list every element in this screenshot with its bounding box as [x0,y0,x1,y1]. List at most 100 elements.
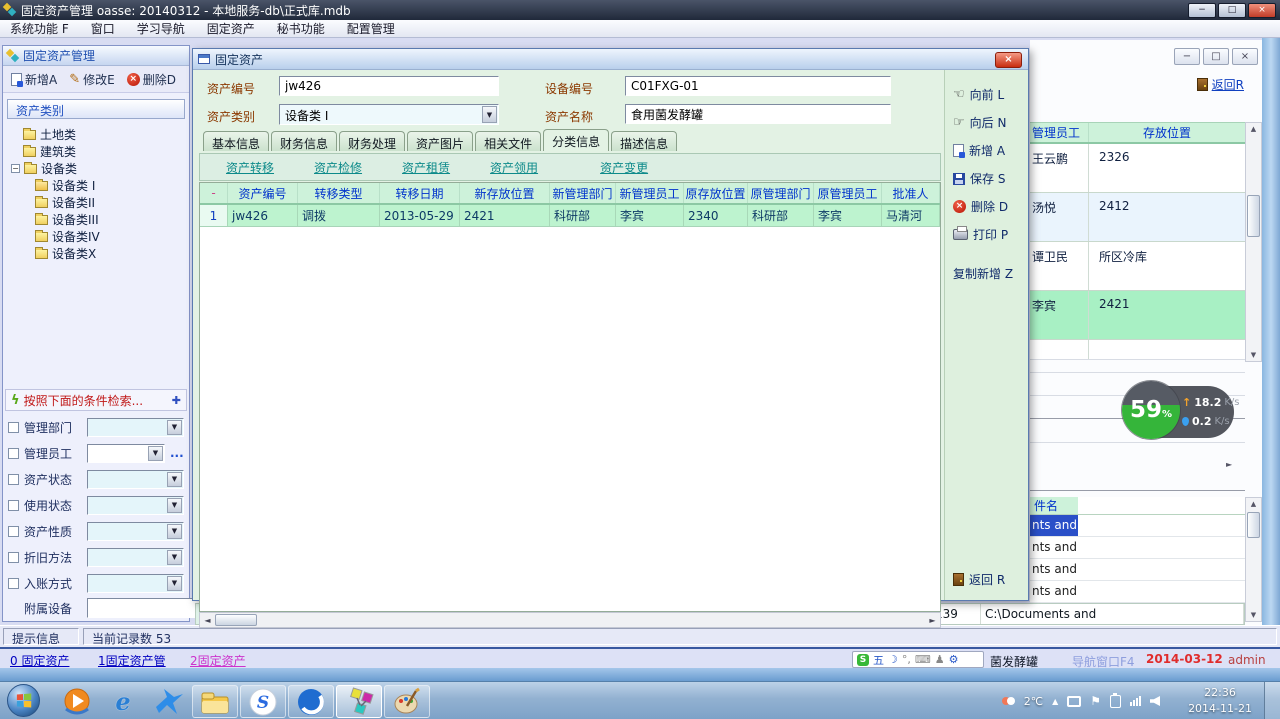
chevron-down-icon[interactable]: ▼ [167,498,182,513]
tree-item-equipment-x[interactable]: 设备类X [35,245,187,262]
dialog-close-button[interactable]: × [995,52,1022,68]
checkbox[interactable] [8,526,19,537]
more-button[interactable]: ... [170,446,184,460]
checkbox[interactable] [8,422,19,433]
add-button[interactable]: 新增 A [953,142,1028,159]
print-button[interactable]: 打印 P [953,226,1028,243]
tab-finance-info[interactable]: 财务信息 [271,131,337,151]
restore-button[interactable]: □ [1218,3,1246,18]
tab-description-info[interactable]: 描述信息 [611,131,677,151]
checkbox[interactable] [8,578,19,589]
tree-item-equipment-2[interactable]: 设备类II [35,194,187,211]
table-row-selected[interactable]: 李宾2421 [1030,291,1245,340]
tray-expand-icon[interactable]: ▲ [1052,697,1058,706]
vertical-scrollbar[interactable]: ▲ ▼ [1245,497,1262,622]
bg-close-button[interactable]: × [1232,48,1258,65]
vertical-scrollbar[interactable]: ▲ ▼ [1245,122,1262,362]
subtab-asset-lease[interactable]: 资产租赁 [402,159,450,176]
taskbar-explorer-button[interactable] [192,685,238,718]
network-signal-icon[interactable] [1130,696,1141,706]
dept-dropdown[interactable]: ▼ [87,418,184,437]
start-button[interactable] [7,684,40,717]
taskbar-paint-button[interactable] [384,685,430,718]
subtab-asset-transfer[interactable]: 资产转移 [226,159,274,176]
sogou-icon[interactable]: S [857,654,869,666]
dialog-return-button[interactable]: 返回 R [953,571,1005,588]
nav-window-label[interactable]: 导航窗口F4 [1072,653,1135,670]
delete-category-button[interactable]: × 删除D [127,71,176,88]
search-condition-header[interactable]: ϟ 按照下面的条件检索... ✚ [5,389,187,411]
chevron-down-icon[interactable]: ▼ [148,446,163,461]
entry-method-dropdown[interactable]: ▼ [87,574,184,593]
column-manager[interactable]: 管理员工 [1030,123,1089,142]
taskbar-asset-app-button[interactable] [336,685,382,718]
menu-secretary[interactable]: 秘书功能 [277,20,325,37]
tree-item-equipment-4[interactable]: 设备类IV [35,228,187,245]
bg-restore-button[interactable]: □ [1203,48,1229,65]
bg-minimize-button[interactable]: − [1174,48,1200,65]
checkbox[interactable] [8,500,19,511]
asset-status-dropdown[interactable]: ▼ [87,470,184,489]
depreciation-dropdown[interactable]: ▼ [87,548,184,567]
column-location[interactable]: 存放位置 [1089,123,1245,142]
keyboard-icon[interactable]: ⌨ [915,653,931,666]
table-row[interactable]: 王云鹏2326 [1030,144,1245,193]
use-status-dropdown[interactable]: ▼ [87,496,184,515]
chevron-down-icon[interactable]: ▼ [167,524,182,539]
chevron-down-icon[interactable]: ▼ [482,106,497,123]
menu-system[interactable]: 系统功能 F [10,20,69,37]
tree-item-equipment[interactable]: − 设备类 [11,160,187,177]
action-center-flag-icon[interactable]: ⚑ [1090,694,1101,708]
file-row-selected[interactable]: nts and [1030,515,1245,537]
checkbox[interactable] [8,448,19,459]
delete-button[interactable]: × 删除 D [953,198,1028,215]
wrench-icon[interactable]: ⚙ [949,653,959,666]
window-tab-0[interactable]: 0 固定资产 [10,652,69,669]
subtab-asset-repair[interactable]: 资产检修 [314,159,362,176]
device-no-input[interactable] [625,76,891,96]
menu-config[interactable]: 配置管理 [347,20,395,37]
tab-asset-photo[interactable]: 资产图片 [407,131,473,151]
tab-related-files[interactable]: 相关文件 [475,131,541,151]
bg-return-button[interactable]: 返回R [1197,76,1244,93]
memory-percent-circle[interactable]: 59% [1122,381,1180,439]
menu-window[interactable]: 窗口 [91,20,115,37]
table-row[interactable]: 谭卫民所区冷库 [1030,242,1245,291]
transfer-table-row[interactable]: 1 jw426 调拨 2013-05-29 2421 科研部 李宾 2340 科… [200,205,940,227]
weather-icon[interactable] [1007,697,1015,705]
edit-category-button[interactable]: ✎ 修改E [69,71,115,88]
table-row[interactable]: 汤悦2412 [1030,193,1245,242]
taskbar-sogou-button[interactable]: S [240,685,286,718]
subtab-asset-change[interactable]: 资产变更 [600,159,648,176]
asset-name-input[interactable] [625,104,891,124]
chevron-down-icon[interactable]: ▼ [167,576,182,591]
menu-assets[interactable]: 固定资产 [207,20,255,37]
save-button[interactable]: 保存 S [953,170,1028,187]
punctuation-icon[interactable]: °, [902,653,911,666]
clipboard-icon[interactable] [1110,695,1121,708]
temperature-label[interactable]: 2℃ [1024,695,1043,708]
asset-no-input[interactable] [279,76,499,96]
taskbar-ie-icon[interactable]: e [100,685,146,718]
next-button[interactable]: ☞ 向后 N [953,114,1028,131]
collapse-icon[interactable]: − [11,164,20,173]
taskbar-media-player-icon[interactable] [54,685,100,718]
window-tab-1[interactable]: 1固定资产管 [98,652,166,669]
minimize-button[interactable]: − [1188,3,1216,18]
previous-button[interactable]: ☜ 向前 L [953,86,1028,103]
tree-item-land[interactable]: 土地类 [23,126,187,143]
horizontal-scrollbar[interactable]: ◄ ► [199,612,941,628]
category-dropdown[interactable]: 设备类 I ▼ [279,104,499,125]
scroll-left-icon[interactable]: ◄ [200,616,215,625]
hscroll-right-arrow[interactable]: ► [1226,460,1232,469]
volume-icon[interactable] [1150,696,1160,706]
tab-finance-process[interactable]: 财务处理 [339,131,405,151]
subtab-asset-use[interactable]: 资产领用 [490,159,538,176]
file-row[interactable]: nts and [1030,537,1245,559]
tree-item-equipment-1[interactable]: 设备类 I [35,177,187,194]
tab-classification-info[interactable]: 分类信息 [543,129,609,151]
chevron-down-icon[interactable]: ▼ [167,472,182,487]
person-icon[interactable]: ♟ [935,653,945,666]
checkbox[interactable] [8,474,19,485]
show-desktop-button[interactable] [1264,682,1280,719]
